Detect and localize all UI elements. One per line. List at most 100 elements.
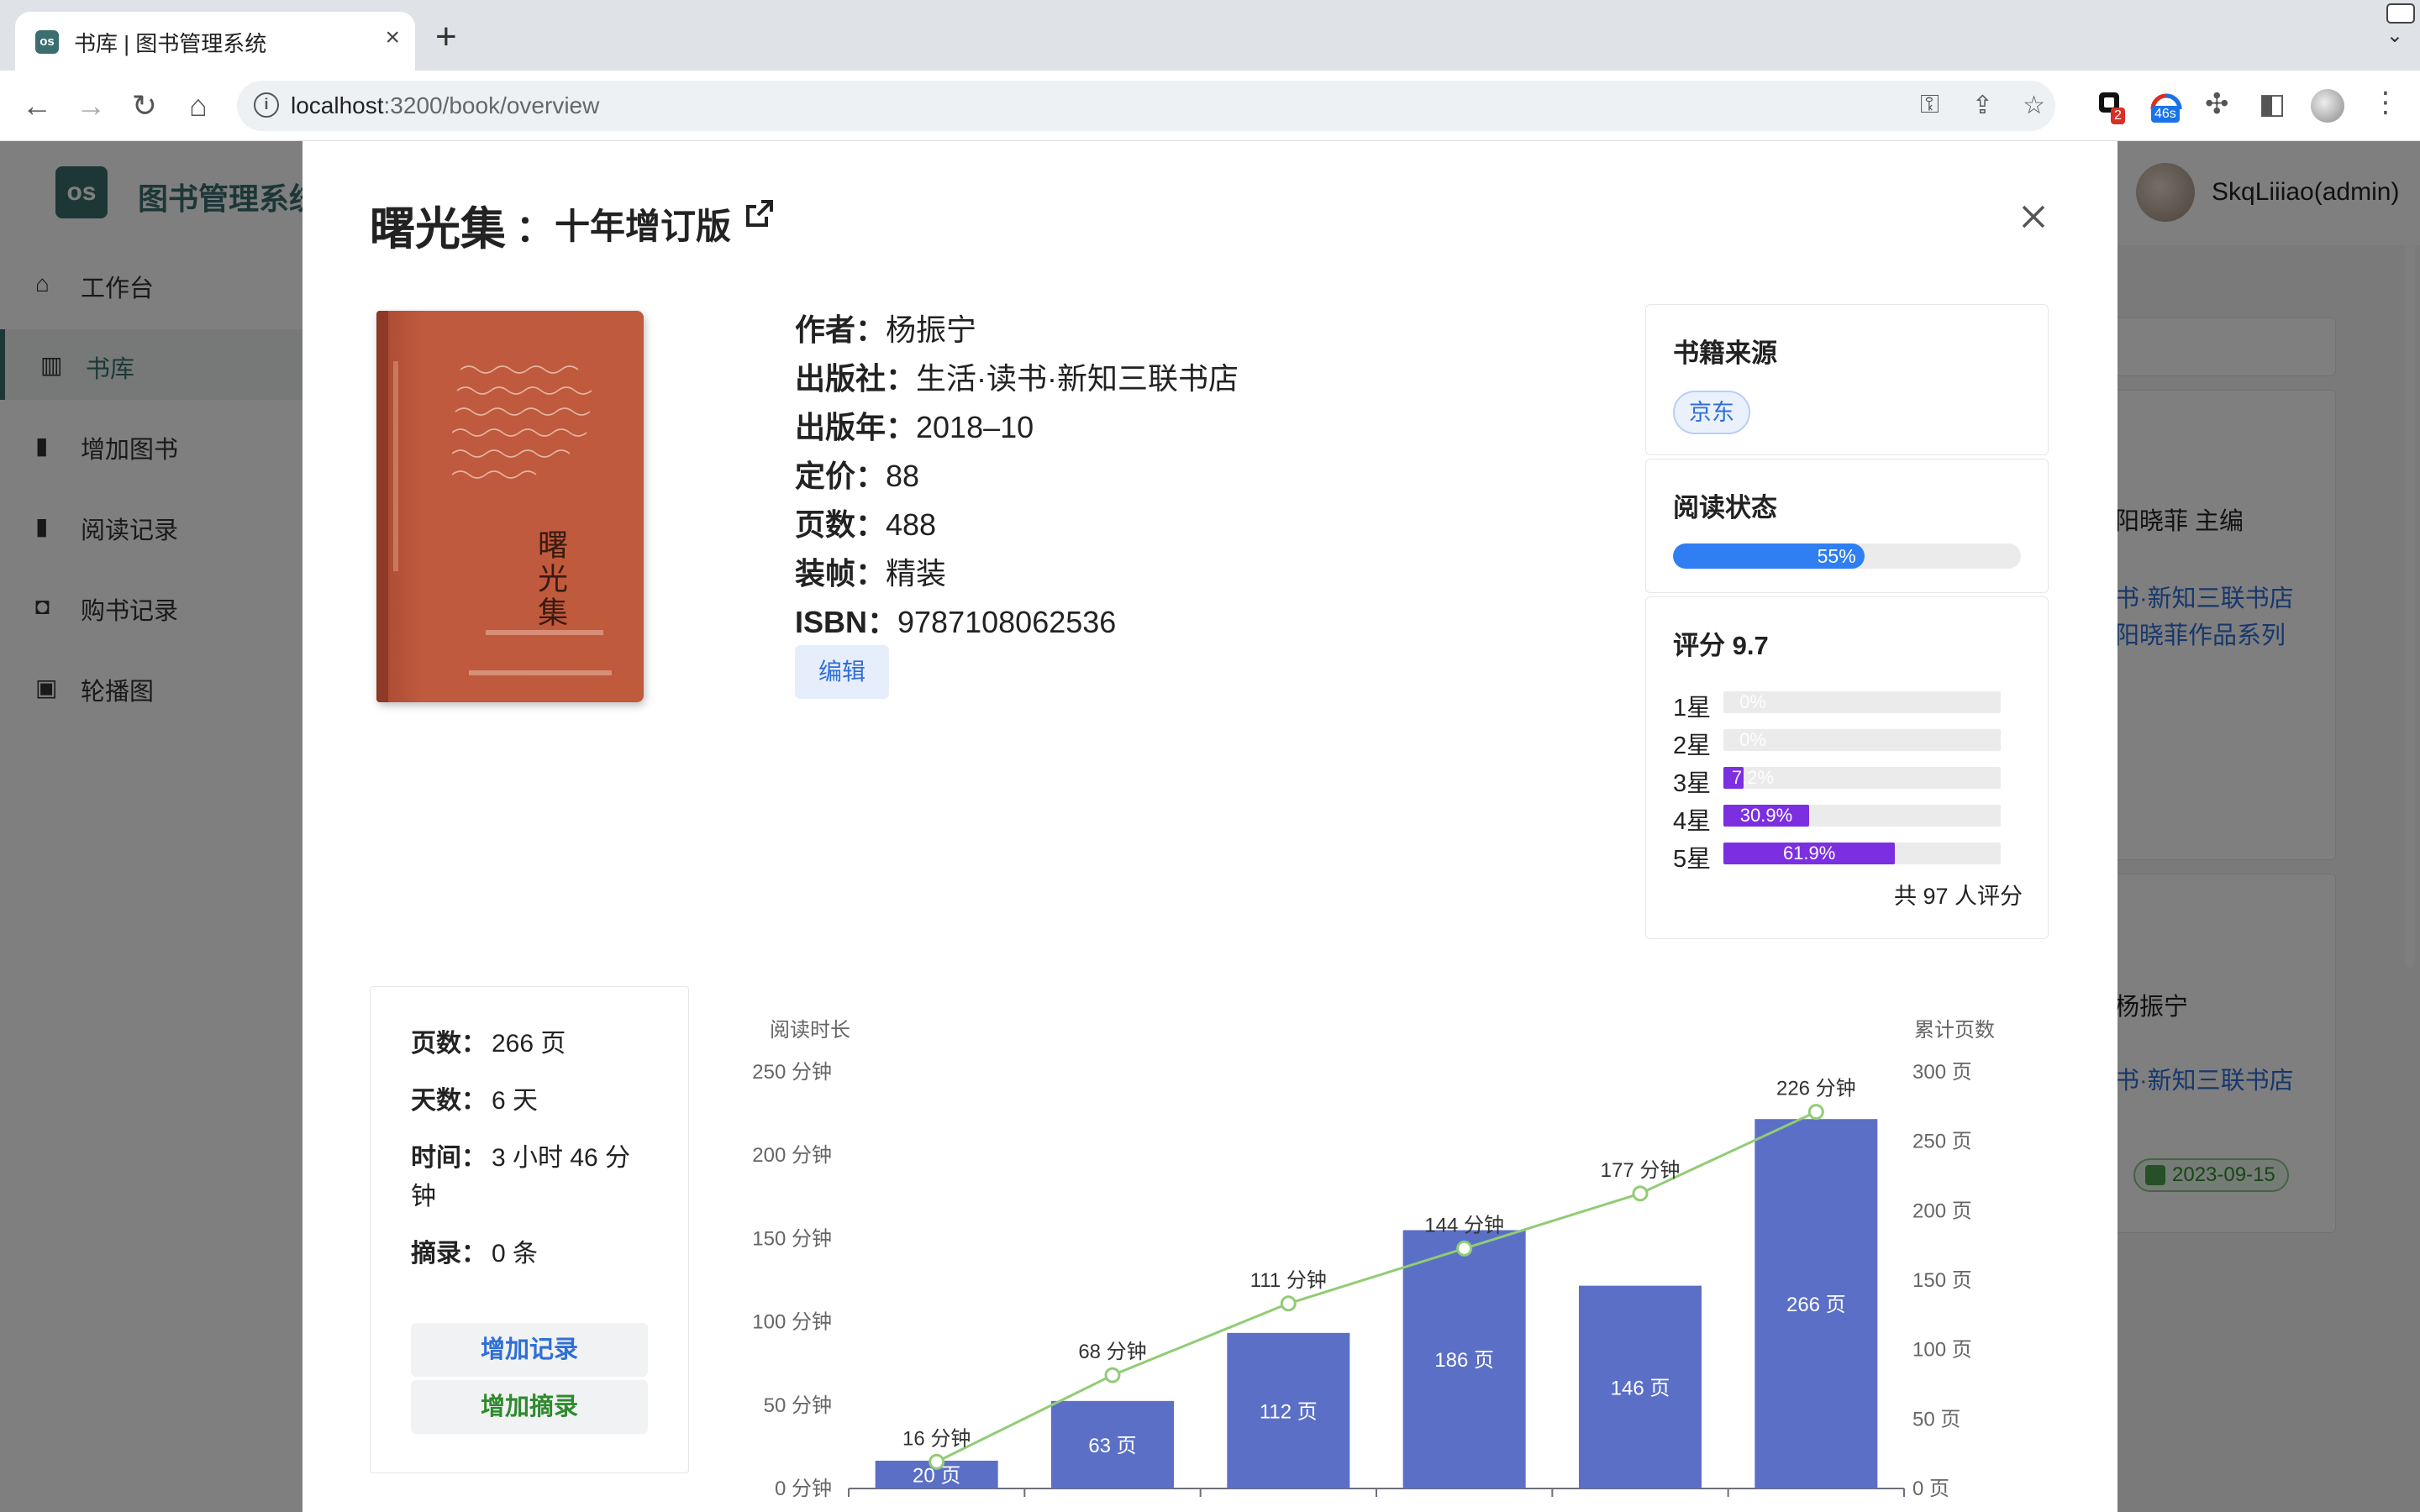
browser-toolbar: ← → ↻ ⌂ i localhost:3200/book/overview ⚿… bbox=[0, 71, 2420, 141]
cover-spine-text bbox=[393, 361, 398, 571]
bookmark-star-icon[interactable]: ☆ bbox=[2023, 91, 2045, 120]
browser-tabstrip: os 书库 | 图书管理系统 × + ⌄ bbox=[0, 0, 2420, 71]
address-bar[interactable]: i localhost:3200/book/overview ⚿ ⇪ ☆ bbox=[237, 81, 2055, 131]
external-link-icon[interactable] bbox=[743, 197, 776, 230]
source-tag[interactable]: 京东 bbox=[1673, 391, 1750, 434]
stat-time-cont: 钟 bbox=[411, 1183, 436, 1210]
reading-chart: 阅读时长 累计页数 0 分钟 50 分钟 100 分钟 150 分钟 200 分钟 250 分… bbox=[723, 986, 2084, 1512]
password-key-icon[interactable]: ⚿ bbox=[1920, 91, 1939, 119]
y-left-tick-label: 200 分钟 bbox=[752, 1144, 832, 1167]
close-icon[interactable] bbox=[2017, 200, 2050, 234]
info-binding: 装帧：精装 bbox=[795, 556, 947, 591]
tab-title: 书库 | 图书管理系统 bbox=[74, 31, 267, 56]
rating-track: 0% bbox=[1723, 691, 2001, 713]
rating-row-label: 1星 bbox=[1673, 695, 1712, 722]
edit-button[interactable]: 编辑 bbox=[795, 645, 889, 699]
home-icon[interactable]: ⌂ bbox=[178, 86, 218, 126]
reading-chart-svg: 阅读时长 累计页数 0 分钟 50 分钟 100 分钟 150 分钟 200 分钟 250 分… bbox=[752, 1019, 1995, 1500]
add-record-button[interactable]: 增加记录 bbox=[411, 1323, 648, 1377]
rating-track: 30.9% bbox=[1723, 805, 2001, 827]
extension-2-icon[interactable]: 46s bbox=[2148, 87, 2182, 123]
tab-search-chevron-icon[interactable]: ⌄ bbox=[2386, 24, 2403, 48]
share-icon[interactable]: ⇪ bbox=[1972, 91, 1993, 120]
line-point bbox=[1632, 1185, 1649, 1202]
y-right-tick-label: 250 页 bbox=[1912, 1131, 1972, 1153]
bar-value-label: 112 页 bbox=[1260, 1400, 1318, 1423]
cover-publisher-line bbox=[469, 670, 612, 675]
line-point bbox=[1807, 1104, 1824, 1121]
rating-pct: 30.9% bbox=[1739, 805, 1793, 826]
add-excerpt-button[interactable]: 增加摘录 bbox=[411, 1380, 648, 1434]
y-right-tick-label: 0 页 bbox=[1912, 1478, 1949, 1500]
rating-row-label: 5星 bbox=[1673, 846, 1712, 873]
line-value-label: 111 分钟 bbox=[1250, 1269, 1327, 1292]
browser-menu-icon[interactable]: ⋮ bbox=[2371, 86, 2400, 119]
rating-pct: 0% bbox=[1739, 691, 1766, 712]
bar-value-label: 63 页 bbox=[1088, 1435, 1136, 1457]
line-point bbox=[1104, 1367, 1121, 1383]
rating-title: 评分 9.7 bbox=[1673, 631, 1769, 660]
line-point bbox=[1456, 1240, 1473, 1257]
extensions-puzzle-icon[interactable]: ✣ bbox=[2205, 87, 2229, 121]
rating-track: 0% bbox=[1723, 729, 2001, 751]
page-scrollbar[interactable] bbox=[2405, 144, 2415, 968]
y-right-axis-name: 累计页数 bbox=[1914, 1019, 1995, 1042]
line-value-label: 68 分钟 bbox=[1078, 1341, 1146, 1363]
cover-author-line bbox=[486, 630, 603, 635]
y-left-tick-label: 150 分钟 bbox=[752, 1227, 832, 1250]
rating-panel: 评分 9.7 1星 0% 2星 0% 3星 7.2% 4星 30.9% 5星 61.9% … bbox=[1645, 596, 2049, 939]
source-panel: 书籍来源 京东 bbox=[1645, 304, 2049, 455]
line-value-label: 144 分钟 bbox=[1424, 1214, 1504, 1236]
book-detail-modal: 曙光集 ： 十年增订版 曙光集 作者：杨振宁 出版社：生活·读书·新知三联书店 bbox=[302, 141, 2118, 1512]
info-price: 定价：88 bbox=[795, 459, 920, 493]
line-value-label: 177 分钟 bbox=[1601, 1159, 1681, 1182]
new-tab-icon[interactable]: + bbox=[435, 18, 457, 55]
app-favicon-icon: os bbox=[35, 30, 59, 54]
reload-icon[interactable]: ↻ bbox=[124, 86, 165, 126]
profile-avatar[interactable] bbox=[2311, 89, 2344, 123]
url-text[interactable]: localhost:3200/book/overview bbox=[291, 92, 599, 119]
browser-tab[interactable]: os 书库 | 图书管理系统 × bbox=[15, 12, 415, 71]
y-left-tick-label: 250 分钟 bbox=[752, 1061, 832, 1084]
reading-progress-label: 55% bbox=[1817, 545, 1856, 567]
side-panel-icon[interactable]: ◧ bbox=[2259, 87, 2286, 121]
y-left-axis-name: 阅读时长 bbox=[770, 1019, 850, 1042]
y-left-tick-label: 0 分钟 bbox=[775, 1478, 832, 1500]
y-right-tick-label: 50 页 bbox=[1912, 1408, 1960, 1431]
rating-track: 7.2% bbox=[1723, 767, 2001, 789]
line-point bbox=[1280, 1295, 1297, 1312]
rating-row-label: 4星 bbox=[1673, 808, 1712, 835]
info-author: 作者：杨振宁 bbox=[795, 312, 977, 347]
rating-row-label: 3星 bbox=[1673, 770, 1712, 797]
info-publisher: 出版社：生活·读书·新知三联书店 bbox=[795, 361, 1239, 396]
info-pages: 页数：488 bbox=[795, 507, 937, 542]
reading-progress-bar: 55% bbox=[1673, 543, 2021, 569]
cover-handwriting bbox=[452, 365, 592, 479]
extension-1-icon[interactable]: 2 bbox=[2096, 87, 2129, 124]
rating-row-label: 2星 bbox=[1673, 732, 1712, 759]
cover-spine bbox=[376, 311, 388, 702]
title-separator: ： bbox=[516, 208, 553, 249]
info-year: 出版年：2018–10 bbox=[795, 410, 1034, 444]
y-left-tick-label: 50 分钟 bbox=[764, 1394, 832, 1417]
line-value-label: 16 分钟 bbox=[902, 1427, 971, 1450]
y-right-tick-label: 200 页 bbox=[1912, 1200, 1972, 1222]
line-point bbox=[929, 1453, 945, 1470]
bar-value-label: 146 页 bbox=[1611, 1377, 1670, 1399]
keyboard-icon bbox=[2386, 3, 2415, 24]
rating-track: 61.9% bbox=[1723, 843, 2001, 864]
rating-pct: 61.9% bbox=[1782, 843, 1836, 864]
info-isbn: ISBN：9787108062536 bbox=[795, 605, 1117, 639]
y-right-tick-label: 150 页 bbox=[1912, 1269, 1972, 1292]
source-title: 书籍来源 bbox=[1673, 339, 1777, 368]
book-title: 曙光集 bbox=[370, 204, 506, 255]
back-icon[interactable]: ← bbox=[17, 86, 57, 126]
reading-stats-card: 页数： 266 页 天数： 6 天 时间： 3 小时 46 分 钟 摘录： 0 条 增加… bbox=[370, 986, 689, 1473]
bar-value-label: 186 页 bbox=[1434, 1349, 1494, 1372]
stat-excerpts: 摘录： 0 条 bbox=[411, 1240, 539, 1268]
forward-icon[interactable]: → bbox=[71, 86, 111, 126]
stat-pages: 页数： 266 页 bbox=[411, 1030, 566, 1058]
close-tab-icon[interactable]: × bbox=[385, 25, 400, 50]
rating-pct: 0% bbox=[1739, 729, 1766, 750]
site-info-icon[interactable]: i bbox=[254, 92, 279, 118]
